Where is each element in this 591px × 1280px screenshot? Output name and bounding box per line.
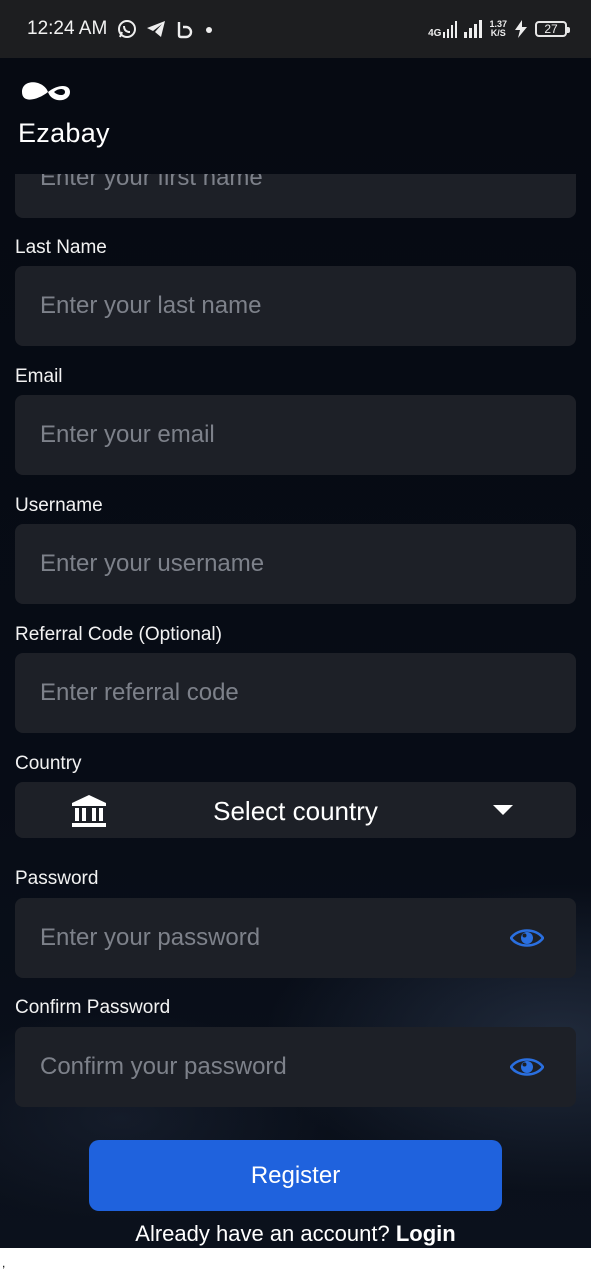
registration-form: Enter your first name Last Name Enter yo… — [0, 174, 591, 1248]
password-input[interactable]: Enter your password — [15, 898, 576, 978]
first-name-placeholder: Enter your first name — [40, 174, 263, 191]
battery-level: 27 — [544, 22, 558, 36]
telegram-icon — [147, 21, 166, 37]
country-select-value: Select country — [213, 796, 378, 826]
navigation-bar — [0, 1248, 591, 1280]
signal-icon-2 — [464, 20, 483, 38]
register-button[interactable]: Register — [89, 1140, 502, 1211]
last-name-placeholder: Enter your last name — [40, 292, 262, 319]
confirm-password-placeholder: Confirm your password — [40, 1053, 287, 1080]
email-input[interactable]: Enter your email — [15, 395, 576, 475]
dot-icon — [206, 27, 213, 33]
confirm-password-input[interactable]: Confirm your password — [15, 1027, 576, 1107]
network-indicator: 4G — [428, 20, 458, 39]
eye-icon[interactable] — [510, 927, 544, 949]
email-placeholder: Enter your email — [40, 421, 215, 448]
username-placeholder: Enter your username — [40, 550, 265, 577]
notification-icons — [117, 19, 214, 39]
brand-name: Ezabay — [18, 118, 110, 148]
charging-icon — [515, 20, 527, 38]
system-icons: 4G 1.37 K/S 27 — [428, 20, 570, 39]
last-name-label: Last Name — [15, 237, 107, 258]
speed-unit: K/S — [490, 28, 506, 38]
referral-code-input[interactable]: Enter referral code — [15, 653, 576, 733]
app-notification-icon — [178, 22, 193, 39]
username-input[interactable]: Enter your username — [15, 524, 576, 604]
country-label: Country — [15, 753, 82, 774]
password-placeholder: Enter your password — [40, 924, 261, 951]
email-label: Email — [15, 366, 63, 387]
last-name-input[interactable]: Enter your last name — [15, 266, 576, 346]
referral-code-placeholder: Enter referral code — [40, 679, 239, 706]
status-bar: 12:24 AM 4G 1.37 K/S 27 — [0, 0, 591, 58]
network-speed: 1.37 K/S — [489, 20, 507, 38]
country-select[interactable]: Select country — [15, 782, 576, 838]
whatsapp-icon — [118, 20, 137, 38]
username-label: Username — [15, 495, 103, 516]
login-prompt: Already have an account? — [135, 1221, 396, 1246]
login-link[interactable]: Login — [396, 1221, 456, 1246]
battery-icon: 27 — [535, 21, 570, 37]
app-screen: Ezabay Enter your first name Last Name E… — [0, 58, 591, 1248]
eye-icon[interactable] — [510, 1056, 544, 1078]
login-prompt-line: Already have an account? Login — [0, 1221, 591, 1247]
confirm-password-label: Confirm Password — [15, 997, 171, 1018]
referral-code-label: Referral Code (Optional) — [15, 624, 222, 645]
first-name-input[interactable]: Enter your first name — [15, 174, 576, 218]
bottom-mark: , — [2, 1256, 6, 1270]
password-label: Password — [15, 868, 99, 889]
status-time: 12:24 AM — [27, 18, 108, 39]
network-type: 4G — [428, 28, 442, 39]
chevron-down-icon — [493, 805, 513, 815]
logo-icon — [22, 82, 70, 101]
signal-icon — [443, 21, 458, 38]
